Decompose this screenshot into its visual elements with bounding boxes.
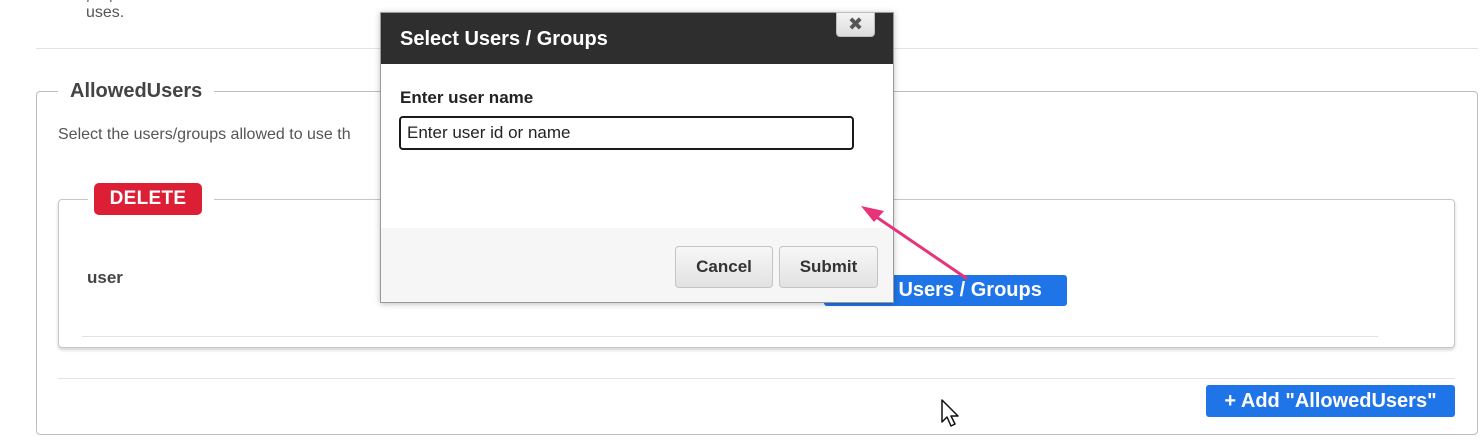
allowed-users-legend: AllowedUsers	[58, 80, 215, 103]
cancel-button[interactable]: Cancel	[675, 246, 773, 288]
allowed-users-description: Select the users/groups allowed to use t…	[58, 126, 351, 143]
user-name-input[interactable]	[399, 116, 854, 150]
previous-description-line-1: (…), …	[86, 0, 138, 2]
fieldset-divider	[58, 378, 1455, 379]
submit-button[interactable]: Submit	[779, 246, 878, 288]
previous-field-description: (…), … uses.	[86, 0, 138, 24]
user-field-label: user	[87, 268, 123, 287]
mouse-pointer-icon	[941, 399, 959, 427]
entry-divider	[82, 336, 1378, 337]
delete-entry-button[interactable]: DELETE	[94, 183, 202, 215]
close-icon[interactable]: ✖	[836, 12, 875, 37]
add-allowed-users-button[interactable]: + Add "AllowedUsers"	[1206, 385, 1455, 417]
dialog-title: Select Users / Groups	[400, 28, 608, 50]
dialog-header: Select Users / Groups	[381, 13, 893, 64]
select-users-dialog: Select Users / Groups ✖ Enter user name …	[380, 12, 894, 303]
previous-description-line-2: uses.	[86, 4, 125, 21]
user-name-label: Enter user name	[400, 88, 534, 107]
